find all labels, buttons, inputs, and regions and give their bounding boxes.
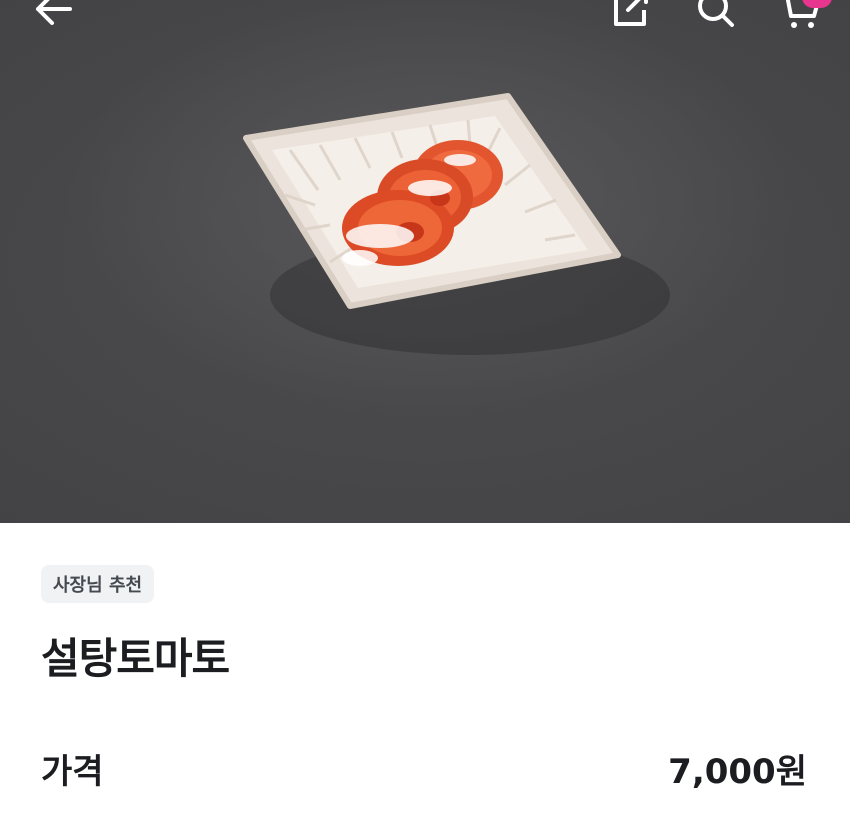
search-icon[interactable] — [693, 0, 737, 30]
product-image[interactable] — [0, 0, 850, 523]
arrow-left-icon[interactable] — [30, 0, 76, 32]
price-value: 7,000원 — [668, 752, 807, 792]
price-label: 가격 — [41, 752, 104, 792]
share-icon[interactable] — [610, 0, 652, 28]
product-name: 설탕토마토 — [41, 634, 230, 683]
product-detail-page: 사장님 추천 설탕토마토 가격 7,000원 — [0, 0, 850, 818]
owner-recommend-badge: 사장님 추천 — [41, 565, 155, 603]
product-photo — [243, 93, 670, 355]
